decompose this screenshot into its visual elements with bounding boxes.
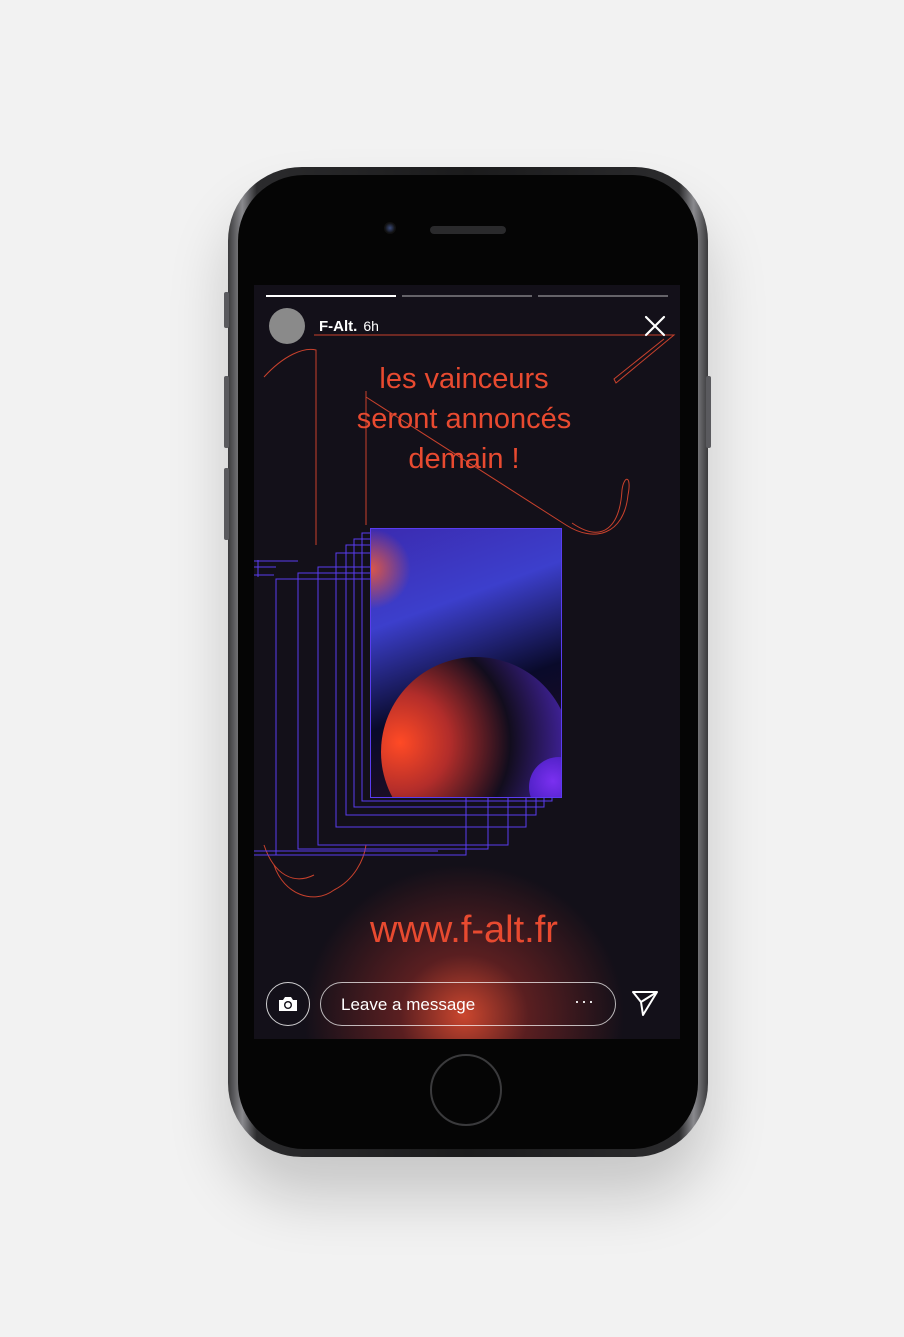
power-button [706,376,711,448]
home-button[interactable] [430,1054,502,1126]
website-link[interactable]: www.f-alt.fr [314,909,614,952]
progress-segment [538,295,668,297]
camera-button[interactable] [266,982,310,1026]
send-icon[interactable] [630,988,660,1018]
message-placeholder: Leave a message [341,995,476,1014]
close-icon[interactable] [642,313,668,339]
reply-bar: Leave a message ··· [266,980,670,1026]
progress-segment [402,295,532,297]
avatar[interactable] [269,308,305,344]
headline-line-2: seront annoncés [356,403,572,435]
volume-up-button [224,376,229,448]
front-camera [384,222,396,234]
poster-artwork [370,528,562,798]
story-progress [266,295,668,298]
mute-switch [224,292,229,328]
story-username[interactable]: F-Alt. [319,318,357,335]
earpiece-speaker [430,226,506,234]
story-header: F-Alt. 6h [269,307,379,345]
story-screen[interactable]: F-Alt. 6h les vainceurs seront annoncés … [254,285,680,1039]
headline-line-3: demain ! [408,443,520,475]
volume-down-button [224,468,229,540]
camera-icon [279,997,297,1011]
story-time: 6h [363,318,379,334]
progress-segment [266,295,396,297]
story-headline: les vainceurs seront annoncés demain ! [314,359,614,479]
more-icon[interactable]: ··· [574,991,595,1012]
message-input[interactable]: Leave a message ··· [320,982,616,1026]
headline-line-1: les vainceurs [379,363,549,395]
